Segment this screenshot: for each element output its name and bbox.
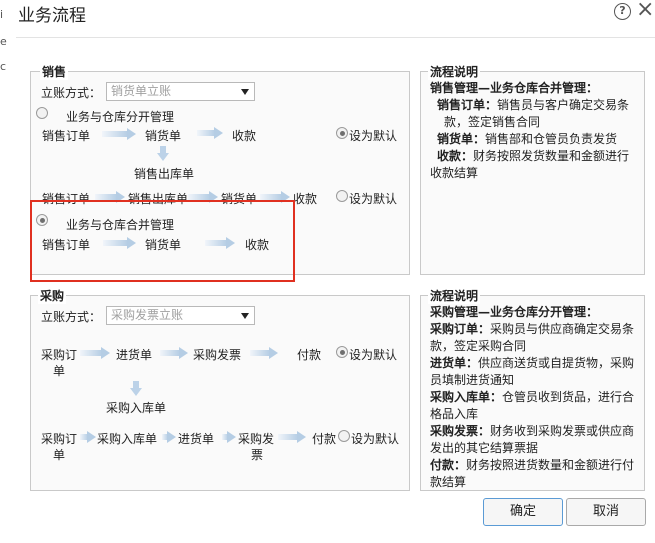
flow-step: 销货单 (145, 129, 182, 143)
flow-step: 收款 (293, 192, 318, 206)
flow-arrow-down-icon (130, 381, 142, 396)
edge-text-fragment: c (0, 60, 7, 73)
desc-text: 财务按照进货数量和金额进行付 (466, 458, 635, 472)
purchase-desc-title: 流程说明 (428, 287, 481, 304)
flow-step: 采购发 (238, 432, 275, 446)
flow-step: 票 (251, 448, 264, 462)
flow-step: 付款 (312, 432, 337, 446)
sales-split-label: 业务与仓库分开管理 (66, 110, 175, 124)
purchase-desc-body: 采购管理—业务仓库分开管理： 采购订单：采购员与供应商确定交易条 款，签定采购合… (430, 304, 634, 491)
purchase-default-radio[interactable] (336, 346, 348, 358)
flow-step: 采购入库单 (97, 432, 158, 446)
flow-step: 收款 (232, 129, 257, 143)
desc-term: 付款： (430, 458, 467, 472)
sales-default2-label: 设为默认 (349, 192, 398, 206)
sales-default2-radio[interactable] (336, 190, 348, 202)
desc-term: 进货单： (430, 356, 479, 370)
purchase-account-select[interactable]: 采购发票立账 (106, 306, 255, 325)
desc-text: 员填制进货通知 (430, 373, 515, 387)
purchase-default2-radio[interactable] (338, 430, 350, 442)
desc-text: 财务按照发货数量和金额进行 (473, 149, 630, 163)
sales-default-radio[interactable] (336, 127, 348, 139)
desc-text: 仓管员收到货品，进行合 (502, 390, 635, 404)
desc-term: 采购入库单： (430, 390, 503, 404)
edge-text-fragment: i (0, 8, 4, 21)
flow-arrow-icon (102, 128, 136, 140)
flow-arrow-icon (162, 431, 176, 443)
title-divider (16, 37, 655, 38)
chevron-down-icon (241, 313, 249, 319)
purchase-account-value: 采购发票立账 (111, 308, 184, 322)
sales-desc-body: 销售管理—业务仓库合并管理： 销售订单：销售员与客户确定交易条 款，签定销售合同… (430, 80, 629, 182)
flow-step: 进货单 (116, 348, 153, 362)
sales-account-value: 销货单立账 (111, 84, 172, 98)
close-icon[interactable]: × (636, 0, 654, 23)
flow-arrow-icon (250, 347, 278, 359)
desc-text: 供应商送货或自提货物，采购 (478, 356, 635, 370)
desc-text: 采购员与供应商确定交易条 (490, 322, 635, 336)
desc-text: 款，签定采购合同 (430, 339, 527, 353)
highlight-box (30, 200, 295, 282)
flow-arrow-icon (278, 431, 306, 443)
help-icon[interactable]: ? (614, 3, 631, 20)
cancel-button[interactable]: 取消 (566, 498, 646, 526)
sales-account-select[interactable]: 销货单立账 (106, 82, 255, 101)
flow-step: 单 (53, 448, 66, 462)
desc-text: 款结算 (430, 475, 467, 489)
desc-text: 收款结算 (430, 166, 479, 180)
flow-step: 单 (53, 364, 66, 378)
sales-default-label: 设为默认 (349, 129, 398, 143)
flow-step: 采购入库单 (106, 401, 167, 415)
purchase-section-title: 采购 (38, 287, 67, 304)
sales-split-radio[interactable] (36, 107, 48, 119)
flow-arrow-icon (80, 431, 96, 443)
flow-step: 采购订 (41, 432, 78, 446)
desc-heading: 销售管理—业务仓库合并管理： (430, 81, 599, 95)
desc-term: 销货单： (437, 132, 486, 146)
desc-text: 款，签定销售合同 (444, 115, 541, 129)
flow-arrow-icon (80, 347, 110, 359)
purchase-default2-label: 设为默认 (351, 432, 400, 446)
desc-text: 销售部和仓管员负责发货 (485, 132, 618, 146)
desc-text: 发出的其它结算票据 (430, 441, 539, 455)
sales-section-title: 销售 (40, 63, 69, 80)
desc-text: 财务收到采购发票或供应商 (490, 424, 635, 438)
desc-term: 采购发票： (430, 424, 491, 438)
chevron-down-icon (241, 89, 249, 95)
dialog-title: 业务流程 (18, 6, 86, 26)
flow-arrow-icon (160, 347, 188, 359)
flow-step: 采购订 (41, 348, 78, 362)
flow-arrow-down-icon (157, 146, 169, 161)
flow-step: 采购发票 (193, 348, 242, 362)
desc-term: 收款： (437, 149, 474, 163)
flow-step: 进货单 (178, 432, 215, 446)
ok-button[interactable]: 确定 (483, 498, 563, 526)
purchase-default-label: 设为默认 (349, 348, 398, 362)
purchase-account-label: 立账方式： (41, 310, 102, 324)
edge-text-fragment: e (0, 35, 7, 48)
flow-arrow-icon (197, 127, 223, 139)
desc-text: 格品入库 (430, 407, 479, 421)
flow-arrow-icon (222, 431, 236, 443)
desc-heading: 采购管理—业务仓库分开管理： (430, 305, 599, 319)
sales-account-label: 立账方式： (41, 86, 102, 100)
desc-term: 销售订单： (437, 98, 498, 112)
desc-term: 采购订单： (430, 322, 491, 336)
flow-step: 销售订单 (42, 129, 91, 143)
desc-text: 销售员与客户确定交易条 (497, 98, 630, 112)
flow-step: 销售出库单 (134, 167, 195, 181)
flow-step: 付款 (297, 348, 322, 362)
sales-desc-title: 流程说明 (428, 63, 481, 80)
